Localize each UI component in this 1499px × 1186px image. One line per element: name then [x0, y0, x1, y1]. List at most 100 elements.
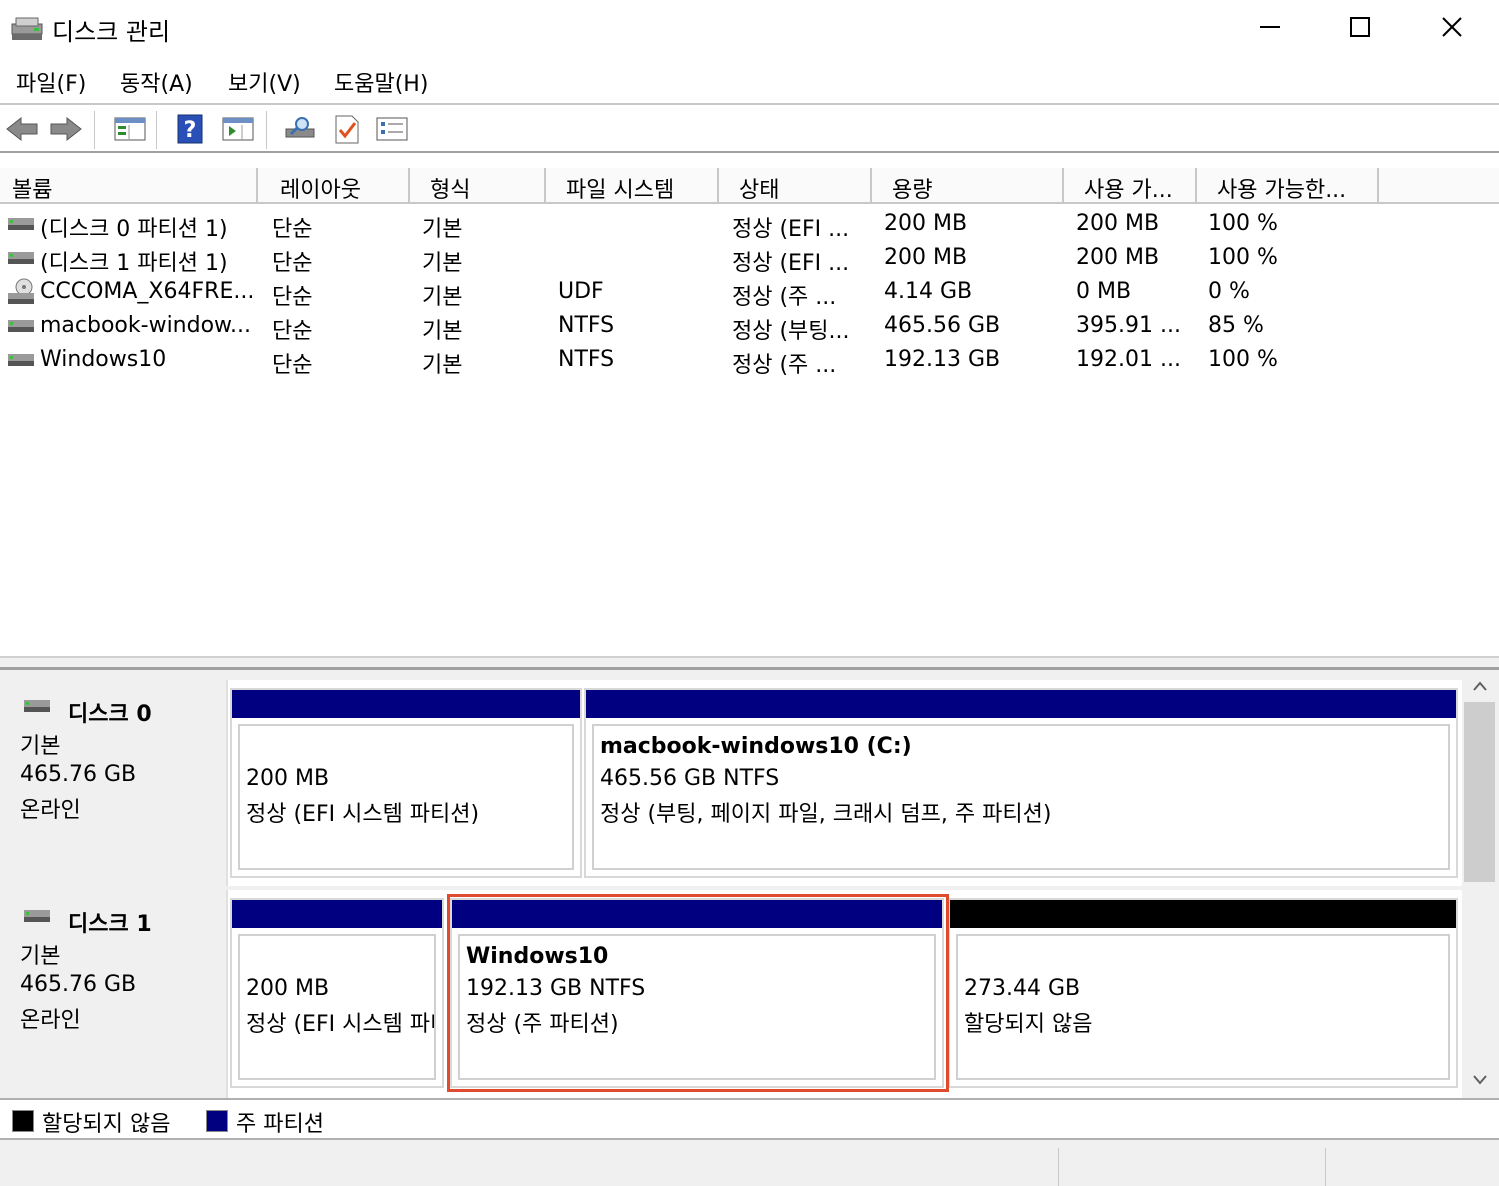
- volume-layout: 단순: [272, 217, 313, 242]
- unallocated-swatch: [12, 1110, 34, 1132]
- volume-free-space: 395.91 ...: [1076, 313, 1181, 338]
- toolbar-separator: [266, 111, 267, 149]
- disk-status: 온라인: [20, 1008, 81, 1033]
- column-header-percent-free[interactable]: 사용 가능한...: [1197, 168, 1379, 204]
- volume-percent-free: 100 %: [1208, 347, 1278, 372]
- volume-row[interactable]: Windows10 단순 기본 NTFS 정상 (주 ... 192.13 GB…: [0, 343, 1499, 378]
- action-pane-icon[interactable]: [220, 113, 256, 145]
- column-header-type[interactable]: 형식: [410, 168, 546, 204]
- menu-bar: 파일(F) 동작(A) 보기(V) 도움말(H): [0, 58, 1499, 102]
- volume-percent-free: 100 %: [1208, 245, 1278, 270]
- close-button[interactable]: [1406, 0, 1498, 54]
- vertical-scrollbar[interactable]: [1462, 670, 1499, 1098]
- drive-icon: [8, 320, 34, 332]
- volume-type: 기본: [422, 319, 463, 344]
- disk-icon: [24, 910, 50, 922]
- legend-label: 할당되지 않음: [42, 1112, 171, 1137]
- column-header-free-space[interactable]: 사용 가...: [1064, 168, 1197, 204]
- connect-icon[interactable]: [282, 113, 318, 145]
- volume-status: 정상 (주 ...: [732, 353, 837, 378]
- volume-row[interactable]: (디스크 0 파티션 1) 단순 기본 정상 (EFI ... 200 MB 2…: [0, 207, 1499, 242]
- menu-view[interactable]: 보기(V): [228, 66, 301, 98]
- disk-name: 디스크 0: [68, 702, 152, 727]
- forward-icon[interactable]: [48, 113, 84, 145]
- back-icon[interactable]: [4, 113, 40, 145]
- disk-status: 온라인: [20, 798, 81, 823]
- scrollbar-thumb[interactable]: [1464, 702, 1495, 882]
- volume-capacity: 200 MB: [884, 245, 968, 270]
- volume-capacity: 465.56 GB: [884, 313, 1001, 338]
- drive-icon: [8, 218, 34, 230]
- partition[interactable]: 200 MB 정상 (EFI 시스템 파티션): [230, 688, 582, 878]
- volume-status: 정상 (부팅...: [732, 319, 850, 344]
- scroll-down-icon[interactable]: [1472, 1074, 1488, 1086]
- properties-icon[interactable]: [374, 113, 410, 145]
- volume-name: macbook-window...: [40, 313, 251, 338]
- volume-capacity: 192.13 GB: [884, 347, 1001, 372]
- column-header-volume[interactable]: 볼륨: [0, 168, 258, 204]
- column-header-layout[interactable]: 레이아웃: [258, 168, 410, 204]
- cd-drive-icon: [8, 278, 34, 304]
- volume-row[interactable]: macbook-window... 단순 기본 NTFS 정상 (부팅... 4…: [0, 309, 1499, 344]
- volume-free-space: 200 MB: [1076, 211, 1160, 236]
- partition-body: macbook-windows10 (C:) 465.56 GB NTFS 정상…: [592, 724, 1450, 870]
- volume-filesystem: NTFS: [558, 347, 615, 372]
- partition-status: 정상 (EFI 시스템 파티션): [246, 1012, 434, 1037]
- volume-filesystem: UDF: [558, 279, 604, 304]
- volume-percent-free: 85 %: [1208, 313, 1264, 338]
- volume-list: 볼륨 레이아웃 형식 파일 시스템 상태 용량 사용 가... 사용 가능한..…: [0, 151, 1499, 656]
- volume-layout: 단순: [272, 251, 313, 276]
- title-bar: 디스크 관리: [0, 0, 1499, 54]
- menu-file[interactable]: 파일(F): [16, 66, 86, 98]
- partition-status: 정상 (EFI 시스템 파티션): [246, 802, 480, 827]
- drive-icon: [8, 354, 34, 366]
- check-icon[interactable]: [328, 113, 364, 145]
- pane-splitter[interactable]: [0, 656, 1499, 670]
- partition[interactable]: macbook-windows10 (C:) 465.56 GB NTFS 정상…: [584, 688, 1458, 878]
- volume-row[interactable]: (디스크 1 파티션 1) 단순 기본 정상 (EFI ... 200 MB 2…: [0, 241, 1499, 276]
- maximize-icon: [1350, 17, 1370, 37]
- volume-status: 정상 (EFI ...: [732, 217, 850, 242]
- column-header-empty: [1379, 168, 1499, 204]
- volume-type: 기본: [422, 217, 463, 242]
- menu-help[interactable]: 도움말(H): [334, 66, 428, 98]
- selection-highlight: [447, 894, 949, 1092]
- volume-layout: 단순: [272, 353, 313, 378]
- partition-status: 정상 (부팅, 페이지 파일, 크래시 덤프, 주 파티션): [600, 802, 1052, 827]
- volume-name: (디스크 0 파티션 1): [40, 217, 228, 242]
- primary-partition-bar: [586, 690, 1456, 718]
- menu-action[interactable]: 동작(A): [120, 66, 193, 98]
- volume-type: 기본: [422, 353, 463, 378]
- disk-icon: [24, 700, 50, 712]
- disk-size: 465.76 GB: [20, 762, 137, 787]
- status-separator: [1058, 1148, 1059, 1186]
- minimize-button[interactable]: [1224, 0, 1316, 54]
- disk-0-label[interactable]: 디스크 0 기본 465.76 GB 온라인: [2, 680, 228, 886]
- column-header-filesystem[interactable]: 파일 시스템: [546, 168, 719, 204]
- disk-graphical-view: 디스크 0 기본 465.76 GB 온라인 200 MB 정상 (EFI 시스…: [0, 670, 1462, 1098]
- column-header-status[interactable]: 상태: [719, 168, 872, 204]
- volume-layout: 단순: [272, 319, 313, 344]
- legend-label: 주 파티션: [236, 1112, 324, 1137]
- partition-body: 200 MB 정상 (EFI 시스템 파티션): [238, 934, 436, 1080]
- column-header-capacity[interactable]: 용량: [872, 168, 1064, 204]
- drive-icon: [8, 252, 34, 264]
- console-tree-icon[interactable]: [112, 113, 148, 145]
- partition[interactable]: 273.44 GB 할당되지 않음: [948, 898, 1458, 1088]
- partition-status: 할당되지 않음: [964, 1012, 1093, 1037]
- maximize-button[interactable]: [1314, 0, 1406, 54]
- partition-size: 465.56 GB NTFS: [600, 766, 780, 791]
- partition-size: 273.44 GB: [964, 976, 1081, 1001]
- volume-name: Windows10: [40, 347, 167, 372]
- toolbar-separator: [156, 111, 157, 149]
- disk-type: 기본: [20, 734, 61, 759]
- partition-title: macbook-windows10 (C:): [600, 734, 912, 759]
- volume-row[interactable]: CCCOMA_X64FRE... 단순 기본 UDF 정상 (주 ... 4.1…: [0, 275, 1499, 310]
- disk-1-label[interactable]: 디스크 1 기본 465.76 GB 온라인: [2, 890, 228, 1098]
- help-icon[interactable]: ?: [172, 113, 208, 145]
- volume-capacity: 200 MB: [884, 211, 968, 236]
- partition[interactable]: 200 MB 정상 (EFI 시스템 파티션): [230, 898, 444, 1088]
- volume-status: 정상 (주 ...: [732, 285, 837, 310]
- partition-size: 200 MB: [246, 766, 330, 791]
- scroll-up-icon[interactable]: [1472, 680, 1488, 692]
